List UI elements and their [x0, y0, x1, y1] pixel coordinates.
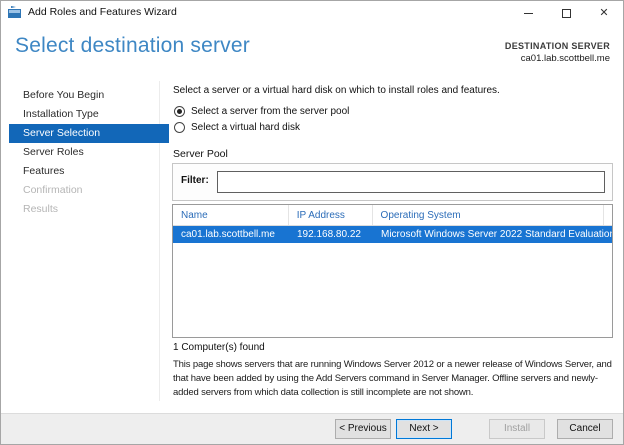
- minimize-button[interactable]: [509, 1, 547, 25]
- cell-ip-address: 192.168.80.22: [297, 229, 361, 240]
- radio-option-server-pool[interactable]: Select a server from the server pool: [174, 106, 349, 117]
- computers-found-text: 1 Computer(s) found: [173, 342, 265, 353]
- install-button: Install: [489, 419, 545, 439]
- maximize-icon: [561, 8, 571, 18]
- window-title: Add Roles and Features Wizard: [28, 6, 177, 18]
- page-description: This page shows servers that are running…: [173, 359, 612, 398]
- cancel-button[interactable]: Cancel: [557, 419, 613, 439]
- titlebar: Add Roles and Features Wizard ✕: [1, 1, 623, 25]
- minimize-icon: [523, 12, 533, 14]
- cell-operating-system: Microsoft Windows Server 2022 Standard E…: [381, 229, 612, 240]
- nav-item-results: Results: [23, 203, 59, 215]
- radio-selected-icon[interactable]: [174, 106, 185, 117]
- wizard-nav: Before You Begin Installation Type Serve…: [9, 86, 169, 219]
- radio-unselected-icon[interactable]: [174, 122, 185, 133]
- page-title: Select destination server: [15, 34, 250, 57]
- filter-panel: Filter:: [172, 163, 613, 201]
- column-header-ip-address[interactable]: IP Address: [289, 205, 373, 225]
- wizard-footer: < Previous Next > Install Cancel: [1, 413, 623, 444]
- wizard-window: Add Roles and Features Wizard ✕ Select d…: [0, 0, 624, 445]
- window-controls: ✕: [509, 1, 623, 25]
- nav-item-server-selection[interactable]: Server Selection: [9, 124, 169, 143]
- radio-option-server-pool-label: Select a server from the server pool: [191, 106, 350, 117]
- column-header-spacer: [604, 205, 612, 225]
- app-icon: [8, 6, 21, 18]
- close-icon: ✕: [599, 6, 609, 19]
- server-pool-table: Name IP Address Operating System ca01.la…: [172, 204, 613, 338]
- destination-server-label: DESTINATION SERVER: [504, 41, 610, 51]
- table-header-row: Name IP Address Operating System: [173, 205, 612, 226]
- intro-text: Select a server or a virtual hard disk o…: [173, 85, 500, 96]
- previous-button[interactable]: < Previous: [335, 419, 391, 439]
- column-header-name[interactable]: Name: [173, 205, 289, 225]
- nav-item-installation-type[interactable]: Installation Type: [9, 105, 169, 124]
- nav-item-before-you-begin[interactable]: Before You Begin: [9, 86, 169, 105]
- cell-name: ca01.lab.scottbell.me: [181, 229, 275, 240]
- radio-option-virtual-hard-disk-label: Select a virtual hard disk: [191, 122, 300, 133]
- column-header-operating-system[interactable]: Operating System: [373, 205, 604, 225]
- server-pool-heading: Server Pool: [173, 148, 228, 160]
- nav-item-features[interactable]: Features: [9, 162, 169, 181]
- radio-option-virtual-hard-disk[interactable]: Select a virtual hard disk: [174, 122, 300, 133]
- close-button[interactable]: ✕: [585, 1, 623, 25]
- nav-item-server-roles[interactable]: Server Roles: [9, 143, 169, 162]
- table-row-selected[interactable]: ca01.lab.scottbell.me 192.168.80.22 Micr…: [173, 226, 612, 243]
- destination-server-block: DESTINATION SERVER ca01.lab.scottbell.me: [505, 41, 610, 64]
- filter-input[interactable]: [217, 171, 605, 193]
- destination-server-value: ca01.lab.scottbell.me: [520, 53, 610, 64]
- next-button[interactable]: Next >: [396, 419, 452, 439]
- maximize-button[interactable]: [547, 1, 585, 25]
- filter-label: Filter:: [181, 175, 209, 186]
- nav-item-confirmation: Confirmation: [23, 184, 83, 196]
